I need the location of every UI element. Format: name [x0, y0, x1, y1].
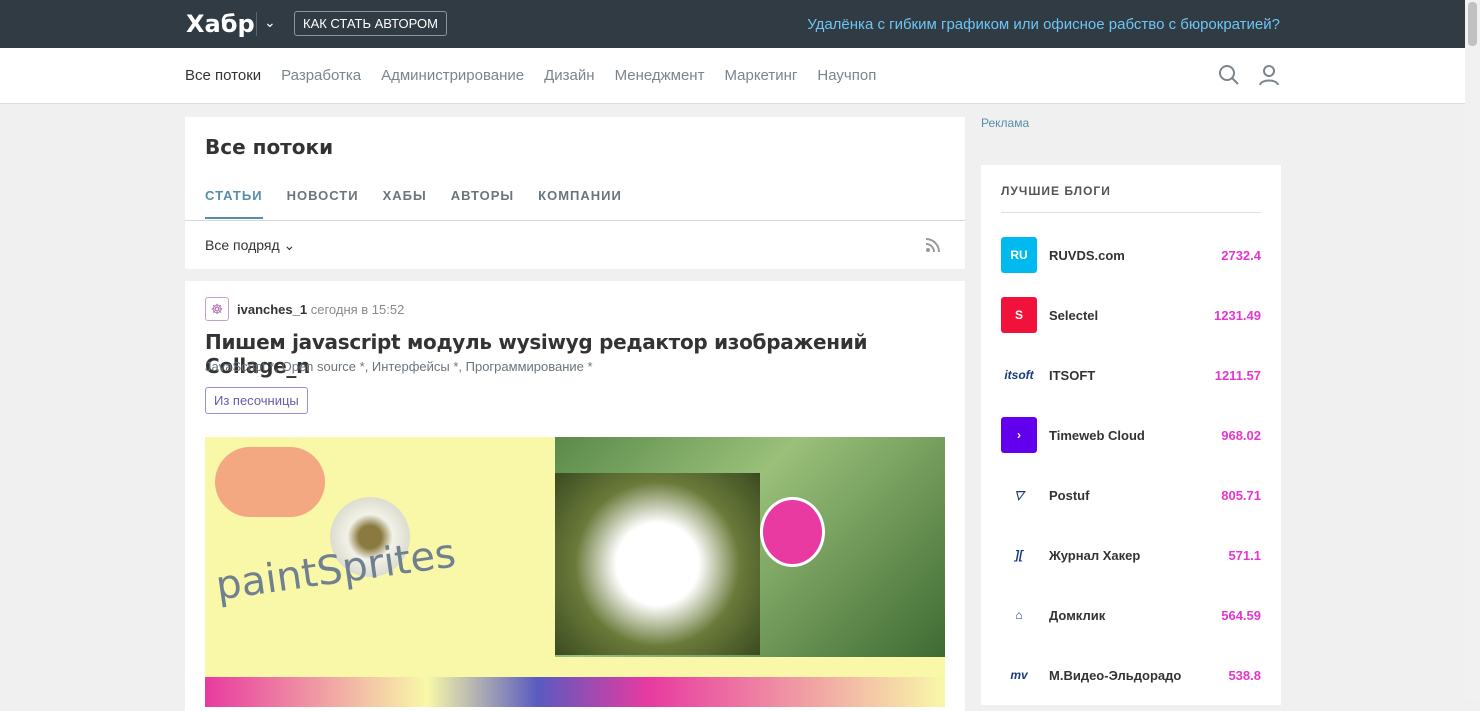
habr-logo[interactable]: Хабр [186, 10, 255, 38]
nav-all[interactable]: Все потоки [185, 67, 261, 84]
divider [185, 220, 965, 221]
blogs-title: ЛУЧШИЕ БЛОГИ [1001, 184, 1111, 198]
blog-score: 1211.57 [1214, 367, 1261, 383]
blog-name[interactable]: Домклик [1049, 608, 1221, 623]
post-time: сегодня в 15:52 [310, 302, 405, 317]
blog-name[interactable]: RUVDS.com [1049, 248, 1221, 263]
filter-label: Все подряд [205, 237, 280, 253]
blog-item[interactable]: mv М.Видео-Эльдорадо 538.8 [1001, 657, 1261, 693]
ad-label[interactable]: Реклама [981, 116, 1029, 130]
scrollbar[interactable] [1465, 0, 1480, 700]
blog-logo-icon: ▽ [1001, 477, 1037, 513]
blog-logo-icon: ⌂ [1001, 597, 1037, 633]
nav-design[interactable]: Дизайн [544, 67, 594, 84]
avatar[interactable]: ☸ [205, 297, 229, 321]
scrollbar-thumb[interactable] [1468, 2, 1477, 46]
tab-authors[interactable]: АВТОРЫ [451, 188, 514, 219]
author-link[interactable]: ivanches_1 [237, 302, 307, 317]
blog-name[interactable]: Timeweb Cloud [1049, 428, 1221, 443]
post-card: ☸ ivanches_1 сегодня в 15:52 Пишем javas… [185, 281, 965, 711]
blog-item[interactable]: ⌂ Домклик 564.59 [1001, 597, 1261, 633]
sandbox-badge[interactable]: Из песочницы [205, 387, 308, 414]
blog-score: 571.1 [1228, 547, 1261, 563]
divider [1001, 212, 1261, 213]
blog-logo-icon: S [1001, 297, 1037, 333]
search-icon[interactable] [1218, 64, 1240, 86]
nav-marketing[interactable]: Маркетинг [724, 67, 797, 84]
blog-score: 538.8 [1228, 667, 1261, 683]
blog-name[interactable]: Журнал Хакер [1049, 548, 1228, 563]
blog-item[interactable]: itsoft ITSOFT 1211.57 [1001, 357, 1261, 393]
tab-companies[interactable]: КОМПАНИИ [538, 188, 622, 219]
nav-popsci[interactable]: Научпоп [817, 67, 876, 84]
blog-logo-icon: ][ [1001, 537, 1037, 573]
nav-management[interactable]: Менеджмент [615, 67, 705, 84]
nav-admin[interactable]: Администрирование [381, 67, 524, 84]
blog-score: 1231.49 [1214, 307, 1261, 323]
blog-item[interactable]: ][ Журнал Хакер 571.1 [1001, 537, 1261, 573]
filter-dropdown[interactable]: Все подряд ⌄ [205, 237, 295, 254]
blog-logo-icon: itsoft [1001, 357, 1037, 393]
blog-score: 564.59 [1221, 607, 1261, 623]
blog-name[interactable]: Selectel [1049, 308, 1214, 323]
tab-news[interactable]: НОВОСТИ [287, 188, 359, 219]
post-image[interactable]: paintSprites [205, 437, 945, 707]
chevron-down-icon[interactable]: ⌄ [264, 14, 276, 31]
blog-item[interactable]: RU RUVDS.com 2732.4 [1001, 237, 1261, 273]
top-bar: Хабр ⌄ КАК СТАТЬ АВТОРОМ Удалёнка с гибк… [0, 0, 1480, 48]
chevron-down-icon: ⌄ [283, 237, 296, 253]
divider [256, 12, 257, 36]
blog-logo-icon: RU [1001, 237, 1037, 273]
blog-item[interactable]: ▽ Postuf 805.71 [1001, 477, 1261, 513]
rss-icon[interactable] [925, 237, 941, 253]
blog-item[interactable]: › Timeweb Cloud 968.02 [1001, 417, 1261, 453]
tab-hubs[interactable]: ХАБЫ [383, 188, 427, 219]
feed-header: Все потоки СТАТЬИ НОВОСТИ ХАБЫ АВТОРЫ КО… [185, 117, 965, 269]
page-title: Все потоки [205, 135, 334, 159]
blog-score: 805.71 [1221, 487, 1261, 503]
post-hubs[interactable]: JavaScript *, Open source *, Интерфейсы … [205, 359, 593, 374]
top-blogs: ЛУЧШИЕ БЛОГИ RU RUVDS.com 2732.4 S Selectel 1… [981, 165, 1281, 705]
blog-item[interactable]: S Selectel 1231.49 [1001, 297, 1261, 333]
blog-name[interactable]: М.Видео-Эльдорадо [1049, 668, 1228, 683]
promo-link[interactable]: Удалёнка с гибким графиком или офисное р… [807, 16, 1280, 33]
blog-name[interactable]: ITSOFT [1049, 368, 1215, 383]
blog-logo-icon: mv [1001, 657, 1037, 693]
nav-dev[interactable]: Разработка [281, 67, 361, 84]
blog-name[interactable]: Postuf [1049, 488, 1221, 503]
become-author-button[interactable]: КАК СТАТЬ АВТОРОМ [294, 11, 447, 36]
blog-logo-icon: › [1001, 417, 1037, 453]
blog-score: 968.02 [1221, 427, 1261, 443]
user-icon[interactable] [1258, 64, 1280, 86]
tab-articles[interactable]: СТАТЬИ [205, 188, 263, 219]
blog-score: 2732.4 [1221, 247, 1261, 263]
